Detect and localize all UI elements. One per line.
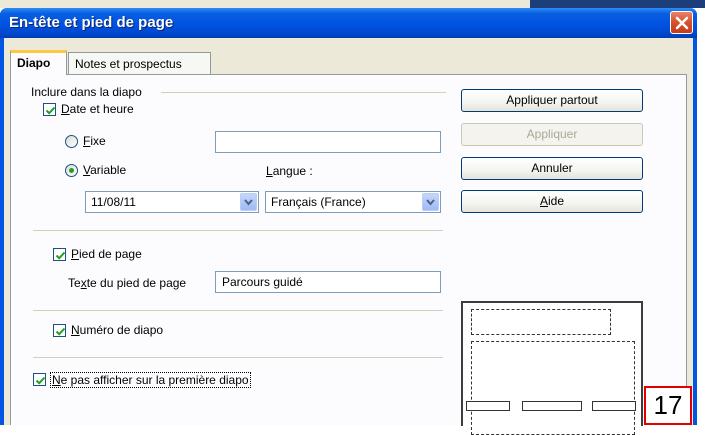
language-label: Langue : xyxy=(266,164,313,178)
hide-first-slide-checkbox[interactable] xyxy=(33,373,46,386)
footer-checkbox[interactable] xyxy=(53,248,66,261)
background-window-edge xyxy=(530,0,705,8)
tab-notes-label: Notes et prospectus xyxy=(75,57,182,71)
fixed-date-input[interactable] xyxy=(215,131,441,153)
date-format-dropdown-button[interactable] xyxy=(240,193,257,211)
footer-text-label: Texte du pied de page xyxy=(68,276,187,290)
slide-number-label: Numéro de diapo xyxy=(71,323,164,337)
check-icon xyxy=(45,106,56,115)
tab-panel-diapo: Inclure dans la diapo Date et heure Fixe… xyxy=(10,74,687,435)
tab-diapo-label: Diapo xyxy=(17,56,51,70)
preview-footer-placeholder xyxy=(522,401,582,411)
variable-radio[interactable] xyxy=(65,164,78,177)
include-group-separator xyxy=(161,92,446,93)
section-separator xyxy=(33,310,443,311)
preview-content-placeholder xyxy=(471,341,635,435)
check-icon xyxy=(55,327,66,336)
page-number-badge: 17 xyxy=(644,386,692,425)
dialog-window: En-tête et pied de page Diapo Notes et p… xyxy=(0,8,697,435)
cancel-button[interactable]: Annuler xyxy=(461,157,643,180)
language-dropdown-button[interactable] xyxy=(422,193,439,211)
help-button[interactable]: Aide xyxy=(461,190,643,213)
hide-first-slide-label: Ne pas afficher sur la première diapo xyxy=(50,372,251,388)
language-select[interactable]: Français (France) xyxy=(265,191,441,213)
footer-label: Pied de page xyxy=(71,247,142,261)
slide-number-checkbox[interactable] xyxy=(53,324,66,337)
date-format-select[interactable]: 11/08/11 xyxy=(85,191,259,213)
title-bar[interactable]: En-tête et pied de page xyxy=(0,8,697,38)
apply-button[interactable]: Appliquer xyxy=(461,123,643,146)
include-group-label: Inclure dans la diapo xyxy=(31,85,142,99)
variable-label: Variable xyxy=(83,163,127,177)
fixed-label: Fixe xyxy=(83,134,106,148)
preview-number-placeholder xyxy=(592,401,636,411)
close-button[interactable] xyxy=(670,11,693,34)
dialog-title: En-tête et pied de page xyxy=(9,14,174,31)
radio-selected-dot xyxy=(69,168,74,173)
date-time-checkbox[interactable] xyxy=(43,103,56,116)
section-separator xyxy=(33,357,443,358)
tab-notes-prospectus[interactable]: Notes et prospectus xyxy=(68,52,211,74)
check-icon xyxy=(55,251,66,260)
date-time-label: Date et heure xyxy=(61,102,134,116)
section-separator xyxy=(33,230,443,231)
check-icon xyxy=(35,376,46,385)
date-format-value: 11/08/11 xyxy=(91,195,136,209)
chevron-down-icon xyxy=(426,199,435,206)
preview-date-placeholder xyxy=(466,401,510,411)
background-strip xyxy=(0,0,705,8)
close-icon xyxy=(675,16,689,30)
dialog-body: Diapo Notes et prospectus Inclure dans l… xyxy=(4,38,693,435)
chevron-down-icon xyxy=(244,199,253,206)
apply-all-button[interactable]: Appliquer partout xyxy=(461,89,643,112)
fixed-radio[interactable] xyxy=(65,135,78,148)
preview-title-placeholder xyxy=(471,309,611,335)
footer-text-input[interactable]: Parcours guidé xyxy=(215,271,441,293)
tab-diapo[interactable]: Diapo xyxy=(10,50,67,75)
language-value: Français (France) xyxy=(271,195,366,209)
